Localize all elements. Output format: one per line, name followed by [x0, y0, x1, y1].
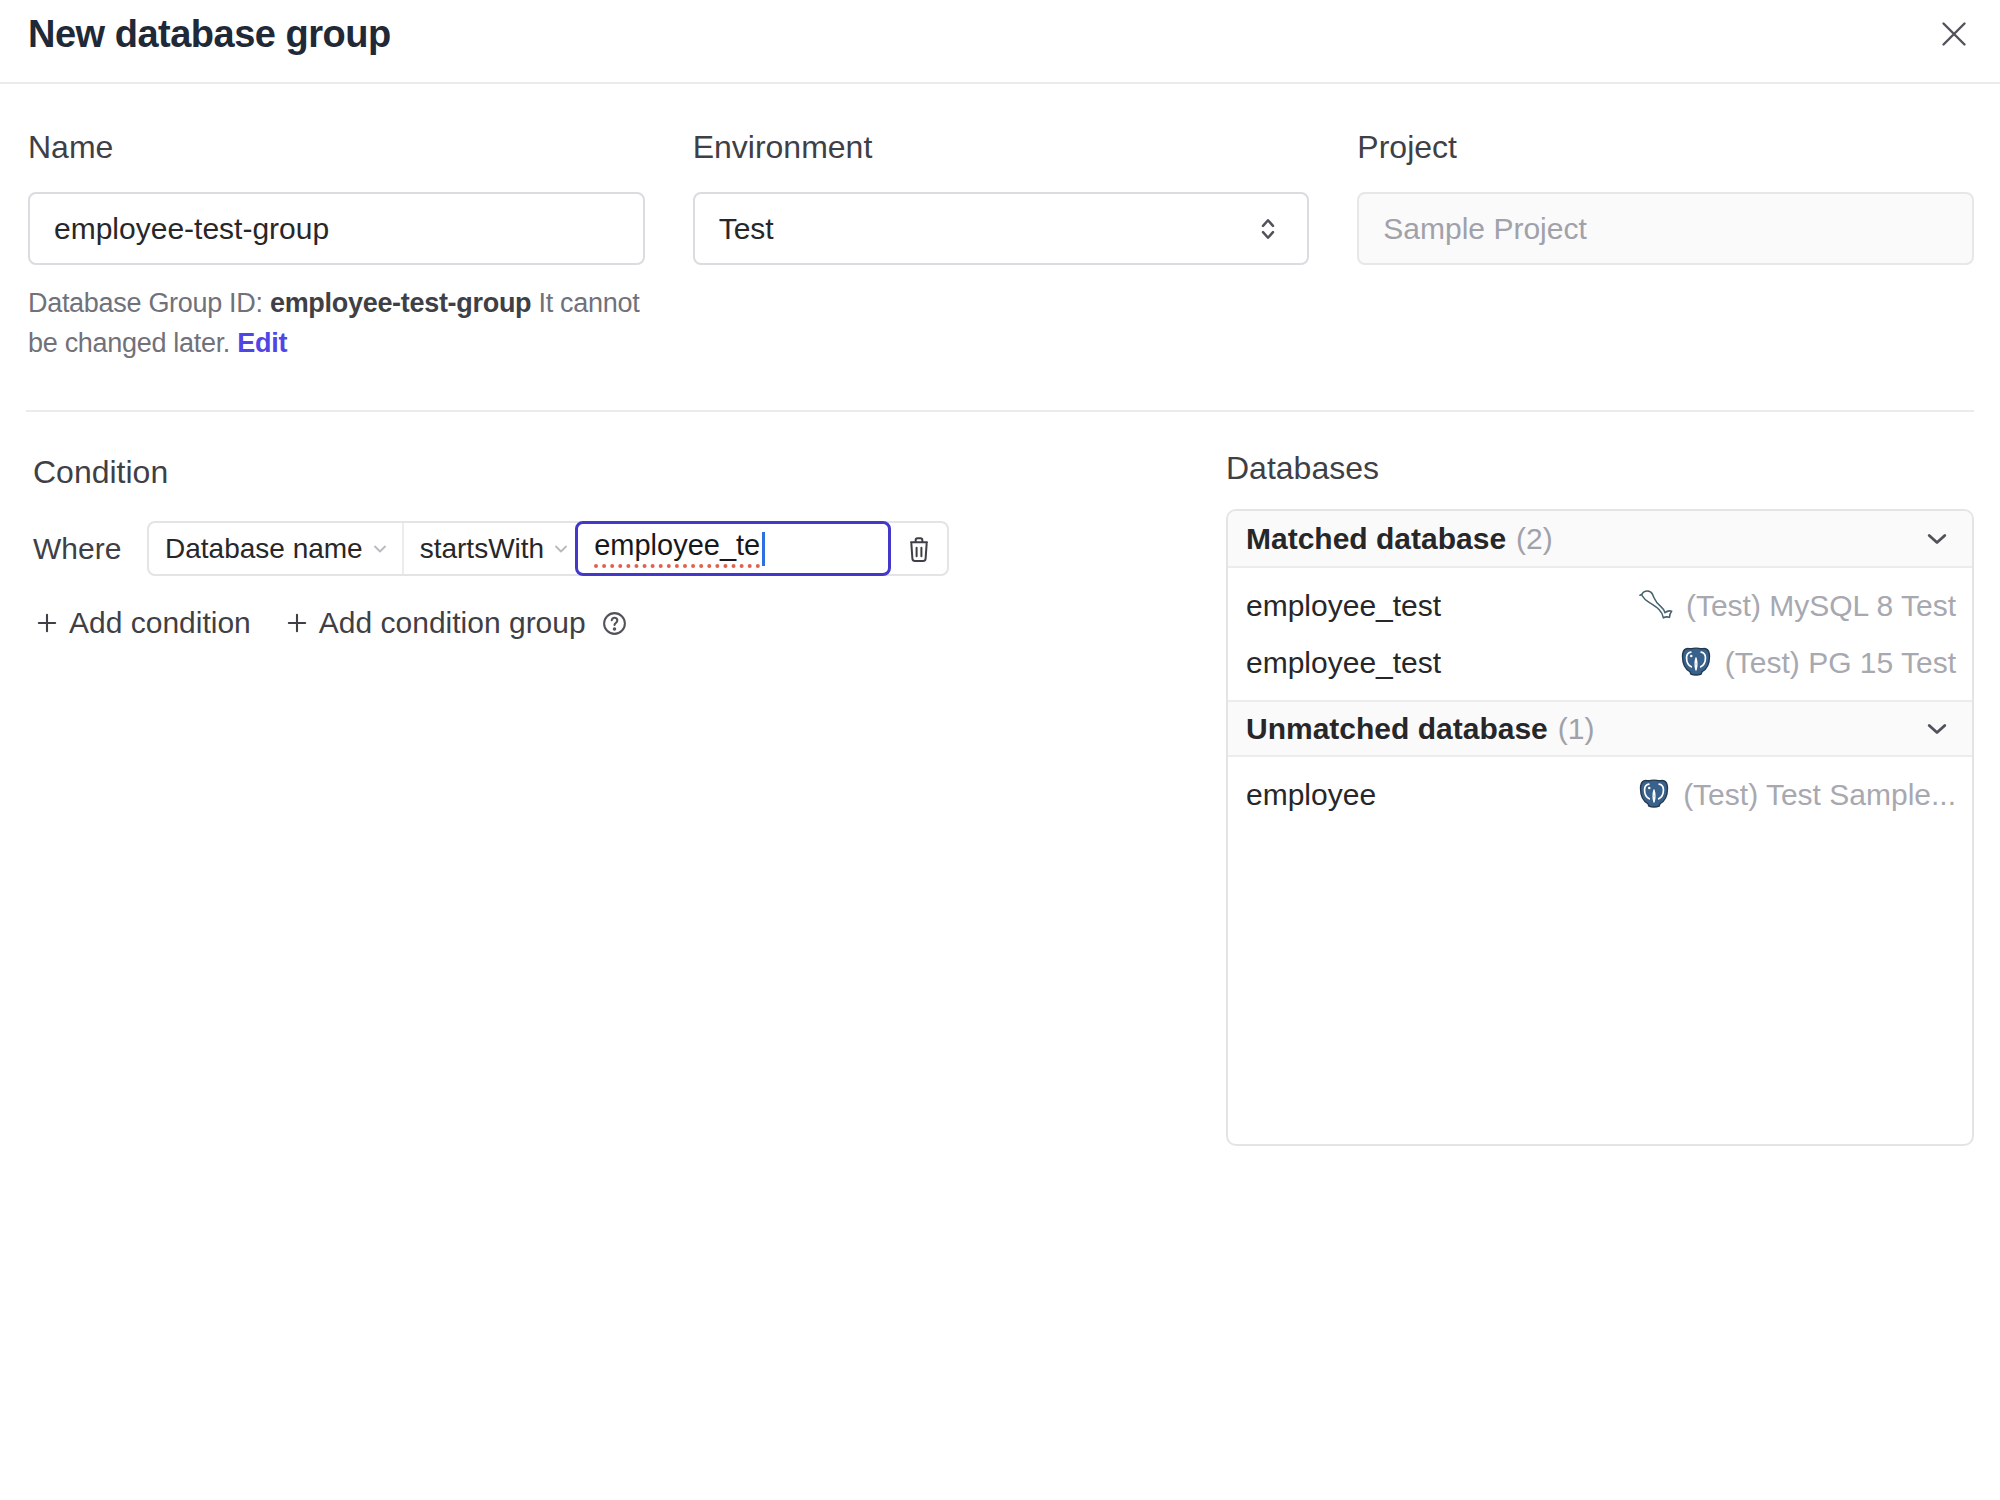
- db-name: employee_test: [1246, 589, 1441, 623]
- condition-operator-select[interactable]: startsWith: [404, 523, 575, 574]
- environment-label: Environment: [693, 131, 1310, 164]
- condition-actions: Add condition Add condition group: [33, 606, 973, 640]
- new-database-group-dialog: New database group Name employee-test-gr…: [0, 0, 2000, 1500]
- chevron-down-icon: [551, 539, 571, 559]
- name-value: employee-test-group: [54, 212, 329, 246]
- condition-heading: Condition: [33, 456, 973, 489]
- group-title: Matched database: [1246, 522, 1506, 556]
- name-input[interactable]: employee-test-group: [28, 192, 645, 265]
- close-button[interactable]: [1936, 16, 1972, 52]
- postgres-icon: [1678, 645, 1714, 681]
- mysql-icon: [1637, 587, 1675, 625]
- project-field-group: Project Sample Project: [1357, 131, 1974, 363]
- condition-section: Condition Where Database name startsWith…: [33, 456, 973, 640]
- project-label: Project: [1357, 131, 1974, 164]
- dialog-title: New database group: [28, 13, 391, 56]
- add-condition-button[interactable]: Add condition: [33, 606, 251, 640]
- help-icon[interactable]: [600, 609, 629, 638]
- group-rows: employee_test (Test) MySQL 8 Test employ…: [1228, 568, 1972, 700]
- name-field-group: Name employee-test-group Database Group …: [28, 131, 645, 363]
- environment-field-group: Environment Test: [693, 131, 1310, 363]
- condition-expression: Database name startsWith employee_te: [147, 521, 949, 576]
- group-id-value: employee-test-group: [270, 288, 531, 318]
- instance-info: (Test) PG 15 Test: [1678, 645, 1956, 681]
- group-rows: employee (Test) Test Sample...: [1228, 757, 1972, 832]
- group-count: (1): [1558, 712, 1595, 746]
- environment-select[interactable]: Test: [693, 192, 1310, 265]
- database-group-header[interactable]: Unmatched database (1): [1228, 700, 1972, 757]
- db-name: employee: [1246, 778, 1376, 812]
- condition-value-input[interactable]: employee_te: [575, 521, 891, 576]
- updown-chevron-icon: [1253, 214, 1283, 244]
- instance-info: (Test) MySQL 8 Test: [1637, 587, 1956, 625]
- section-divider: [26, 410, 1974, 412]
- edit-link[interactable]: Edit: [237, 328, 287, 358]
- database-row: employee (Test) Test Sample...: [1228, 766, 1972, 823]
- instance-label: (Test) MySQL 8 Test: [1686, 589, 1956, 623]
- group-id-note: Database Group ID: employee-test-group I…: [28, 283, 645, 363]
- text-caret: [762, 532, 765, 566]
- postgres-icon: [1636, 777, 1672, 813]
- chevron-down-icon: [1920, 712, 1954, 746]
- dialog-header: New database group: [0, 0, 2000, 84]
- condition-field-select[interactable]: Database name: [149, 523, 404, 574]
- where-label: Where: [33, 532, 147, 566]
- chevron-down-icon: [370, 539, 390, 559]
- close-icon: [1936, 16, 1972, 52]
- databases-heading: Databases: [1226, 452, 1974, 485]
- db-name: employee_test: [1246, 646, 1441, 680]
- plus-icon: [283, 609, 311, 637]
- group-title: Unmatched database: [1246, 712, 1548, 746]
- chevron-down-icon: [1920, 522, 1954, 556]
- databases-section: Databases Matched database (2) employee_…: [1226, 452, 1974, 1146]
- database-row: employee_test (Test) PG 15 Test: [1228, 634, 1972, 691]
- add-condition-group-button[interactable]: Add condition group: [283, 606, 586, 640]
- trash-icon: [903, 533, 935, 565]
- plus-icon: [33, 609, 61, 637]
- database-group: Unmatched database (1) employee (Test) T…: [1228, 700, 1972, 832]
- database-group: Matched database (2) employee_test (Test…: [1228, 511, 1972, 700]
- database-groups: Matched database (2) employee_test (Test…: [1226, 509, 1974, 1146]
- database-row: employee_test (Test) MySQL 8 Test: [1228, 577, 1972, 634]
- instance-label: (Test) Test Sample...: [1683, 778, 1956, 812]
- condition-value-text: employee_te: [594, 529, 760, 568]
- environment-value: Test: [719, 212, 774, 246]
- name-label: Name: [28, 131, 645, 164]
- instance-label: (Test) PG 15 Test: [1725, 646, 1956, 680]
- group-count: (2): [1516, 522, 1553, 556]
- delete-condition-button[interactable]: [891, 523, 947, 574]
- condition-row: Where Database name startsWith employee_…: [33, 521, 973, 576]
- database-group-header[interactable]: Matched database (2): [1228, 511, 1972, 568]
- instance-info: (Test) Test Sample...: [1636, 777, 1956, 813]
- project-input: Sample Project: [1357, 192, 1974, 265]
- project-value: Sample Project: [1383, 212, 1586, 246]
- form-row: Name employee-test-group Database Group …: [28, 131, 1974, 363]
